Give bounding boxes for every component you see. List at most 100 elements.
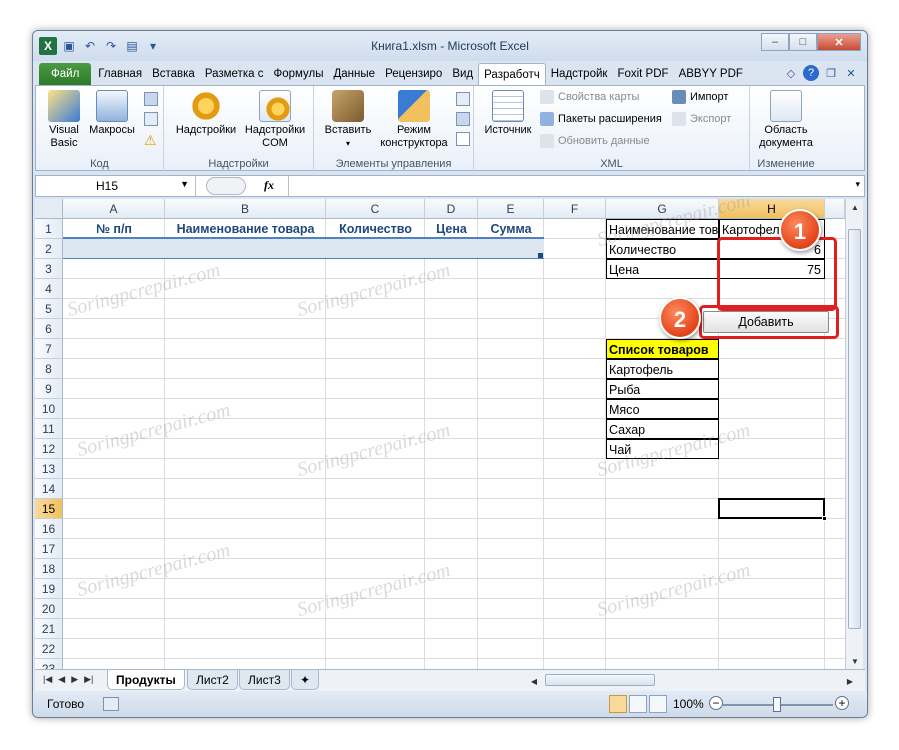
table-resize-handle-icon[interactable] xyxy=(538,253,543,258)
vertical-scroll-thumb[interactable] xyxy=(848,229,861,629)
column-header-b[interactable]: B xyxy=(165,199,326,219)
map-properties-button[interactable]: Свойства карты xyxy=(540,90,639,104)
first-sheet-icon[interactable]: |◀ xyxy=(43,674,52,685)
vertical-scrollbar[interactable]: ▲ ▼ xyxy=(845,199,863,669)
maximize-button[interactable]: □ xyxy=(789,33,817,51)
row-header-14[interactable]: 14 xyxy=(35,479,63,499)
row-header-8[interactable]: 8 xyxy=(35,359,63,379)
selected-cell-h15[interactable] xyxy=(718,498,825,519)
tab-view[interactable]: Вид xyxy=(447,63,478,85)
row-header-12[interactable]: 12 xyxy=(35,439,63,459)
addins-button[interactable]: Надстройки xyxy=(174,90,238,137)
tab-home[interactable]: Главная xyxy=(93,63,147,85)
row-header-22[interactable]: 22 xyxy=(35,639,63,659)
normal-view-button[interactable] xyxy=(609,695,627,713)
prev-sheet-icon[interactable]: ◀ xyxy=(58,674,65,685)
next-sheet-icon[interactable]: ▶ xyxy=(71,674,78,685)
row-header-6[interactable]: 6 xyxy=(35,319,63,339)
tab-file[interactable]: Файл xyxy=(39,63,92,85)
horizontal-scrollbar[interactable]: ◀ ▶ xyxy=(525,673,859,688)
macro-security-icon[interactable]: ⚠ xyxy=(144,132,157,149)
run-dialog-icon[interactable] xyxy=(456,132,470,146)
row-header-19[interactable]: 19 xyxy=(35,579,63,599)
close-button[interactable]: ✕ xyxy=(817,33,861,51)
row-header-10[interactable]: 10 xyxy=(35,399,63,419)
row-header-15[interactable]: 15 xyxy=(35,499,63,519)
row-header-5[interactable]: 5 xyxy=(35,299,63,319)
relative-refs-icon[interactable] xyxy=(144,112,158,126)
row-header-20[interactable]: 20 xyxy=(35,599,63,619)
row-header-18[interactable]: 18 xyxy=(35,559,63,579)
column-header-a[interactable]: A xyxy=(63,199,165,219)
worksheet-grid[interactable]: A B C D E F G H 1 2 3 4 5 6 7 8 9 10 11 12 13 14 15 16 17 18 19 20 2… xyxy=(35,199,845,669)
tab-insert[interactable]: Вставка xyxy=(147,63,200,85)
product-list-item[interactable]: Рыба xyxy=(606,379,719,399)
row-header-23[interactable]: 23 xyxy=(35,659,63,669)
minimize-ribbon-icon[interactable]: ◇ xyxy=(783,65,799,81)
column-header-c[interactable]: C xyxy=(326,199,425,219)
expand-formula-icon[interactable]: ▾ xyxy=(855,179,860,190)
sheet-tab-products[interactable]: Продукты xyxy=(107,670,185,690)
insert-sheet-icon[interactable]: ✦ xyxy=(291,670,320,690)
tab-addins[interactable]: Надстройк xyxy=(546,63,613,85)
page-break-view-button[interactable] xyxy=(649,695,667,713)
table-header-cell[interactable]: Цена xyxy=(425,219,478,239)
column-header-g[interactable]: G xyxy=(606,199,719,219)
scroll-right-icon[interactable]: ▶ xyxy=(841,673,859,689)
scroll-up-icon[interactable]: ▲ xyxy=(846,199,864,215)
column-header-d[interactable]: D xyxy=(425,199,478,219)
input-label-cell[interactable]: Цена xyxy=(606,259,719,279)
product-list-item[interactable]: Картофель xyxy=(606,359,719,379)
scroll-down-icon[interactable]: ▼ xyxy=(846,653,864,669)
macro-record-icon[interactable] xyxy=(103,697,119,711)
tab-formulas[interactable]: Формулы xyxy=(268,63,328,85)
fill-handle-icon[interactable] xyxy=(822,516,827,521)
com-addins-button[interactable]: Надстройки COM xyxy=(242,90,308,150)
insert-control-button[interactable]: Вставить ▾ xyxy=(320,90,376,150)
name-box[interactable]: H15 ▼ xyxy=(36,176,196,196)
row-header-13[interactable]: 13 xyxy=(35,459,63,479)
table-header-cell[interactable]: Количество xyxy=(326,219,425,239)
table-header-cell[interactable]: Сумма xyxy=(478,219,544,239)
name-box-dropdown-icon[interactable]: ▼ xyxy=(180,179,189,189)
export-button[interactable]: Экспорт xyxy=(672,112,731,126)
expansion-packs-button[interactable]: Пакеты расширения xyxy=(540,112,662,126)
xml-source-button[interactable]: Источник xyxy=(478,90,538,137)
horizontal-scroll-thumb[interactable] xyxy=(545,674,655,686)
column-header-e[interactable]: E xyxy=(478,199,544,219)
column-header-f[interactable]: F xyxy=(544,199,606,219)
table-header-cell[interactable]: Наименование товара xyxy=(165,219,326,239)
zoom-level[interactable]: 100% xyxy=(673,697,704,711)
tab-data[interactable]: Данные xyxy=(329,63,381,85)
close-workbook-icon[interactable]: ✕ xyxy=(843,65,859,81)
import-button[interactable]: Импорт xyxy=(672,90,728,104)
scroll-left-icon[interactable]: ◀ xyxy=(525,673,543,689)
document-panel-button[interactable]: Область документа xyxy=(754,90,818,150)
row-header-4[interactable]: 4 xyxy=(35,279,63,299)
record-macro-icon[interactable] xyxy=(144,92,158,106)
last-sheet-icon[interactable]: ▶| xyxy=(84,674,93,685)
tab-foxit[interactable]: Foxit PDF xyxy=(612,63,673,85)
sheet-tab-3[interactable]: Лист3 xyxy=(239,670,290,690)
tab-abbyy[interactable]: ABBYY PDF xyxy=(674,63,748,85)
product-list-item[interactable]: Мясо xyxy=(606,399,719,419)
view-code-icon[interactable] xyxy=(456,112,470,126)
row-header-7[interactable]: 7 xyxy=(35,339,63,359)
product-list-item[interactable]: Сахар xyxy=(606,419,719,439)
row-header-16[interactable]: 16 xyxy=(35,519,63,539)
visual-basic-button[interactable]: Visual Basic xyxy=(44,90,84,150)
formula-input[interactable] xyxy=(288,176,844,196)
macros-button[interactable]: Макросы xyxy=(88,90,136,137)
properties-icon[interactable] xyxy=(456,92,470,106)
input-label-cell[interactable]: Количество xyxy=(606,239,719,259)
zoom-in-button[interactable]: + xyxy=(835,696,849,710)
sheet-tab-2[interactable]: Лист2 xyxy=(187,670,238,690)
help-icon[interactable]: ? xyxy=(803,65,819,81)
tab-review[interactable]: Рецензиро xyxy=(380,63,447,85)
product-list-item[interactable]: Чай xyxy=(606,439,719,459)
tab-developer[interactable]: Разработч xyxy=(478,63,546,85)
tab-page-layout[interactable]: Разметка с xyxy=(200,63,269,85)
select-all-corner[interactable] xyxy=(35,199,63,219)
table-header-cell[interactable]: № п/п xyxy=(63,219,165,239)
input-label-cell[interactable]: Наименование товара xyxy=(606,219,719,239)
